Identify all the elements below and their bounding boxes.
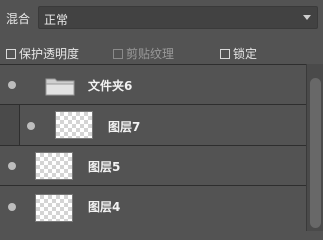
layer-name: 图层7 [108, 120, 141, 134]
layer-name: 图层5 [88, 160, 121, 174]
layer-thumbnail [35, 152, 73, 180]
layer-thumbnail [55, 111, 93, 139]
layer-thumbnail [35, 194, 73, 222]
blend-mode-row: 混合 正常 [0, 0, 323, 36]
layer-row-folder6[interactable]: 文件夹6 [0, 65, 306, 105]
checkbox-box[interactable] [6, 48, 16, 59]
checkbox-box[interactable] [113, 48, 123, 59]
layer-name: 文件夹6 [88, 79, 133, 93]
blend-mode-label: 混合 [6, 12, 31, 26]
folder-icon [45, 78, 75, 96]
lock-checkbox[interactable]: 锁定 [220, 45, 257, 62]
layer-list-scrollbar[interactable] [306, 64, 323, 231]
group-indent [0, 105, 20, 145]
visibility-eye-icon[interactable] [8, 203, 16, 211]
blend-mode-select[interactable]: 正常 [38, 6, 318, 29]
scrollbar-thumb[interactable] [310, 78, 321, 228]
clip-texture-checkbox[interactable]: 剪贴纹理 [113, 45, 174, 62]
visibility-eye-icon[interactable] [27, 122, 35, 130]
layer-list: 文件夹6 图层7 图层5 图层4 [0, 64, 306, 232]
layer-name: 图层4 [88, 200, 121, 214]
layer-row-layer5[interactable]: 图层5 [0, 146, 306, 186]
checkbox-box[interactable] [220, 48, 230, 59]
lock-options-row: 保护透明度 剪贴纹理 锁定 [0, 36, 323, 64]
clip-texture-label: 剪贴纹理 [126, 47, 175, 61]
layer-row-layer4[interactable]: 图层4 [0, 186, 306, 232]
visibility-eye-icon[interactable] [8, 162, 16, 170]
chevron-down-icon [303, 15, 311, 20]
preserve-transparency-checkbox[interactable]: 保护透明度 [6, 45, 79, 62]
lock-label: 锁定 [233, 47, 258, 61]
preserve-transparency-label: 保护透明度 [19, 47, 80, 61]
blend-mode-value: 正常 [44, 13, 69, 27]
visibility-eye-icon[interactable] [8, 81, 16, 89]
layer-row-layer7[interactable]: 图层7 [0, 105, 306, 146]
